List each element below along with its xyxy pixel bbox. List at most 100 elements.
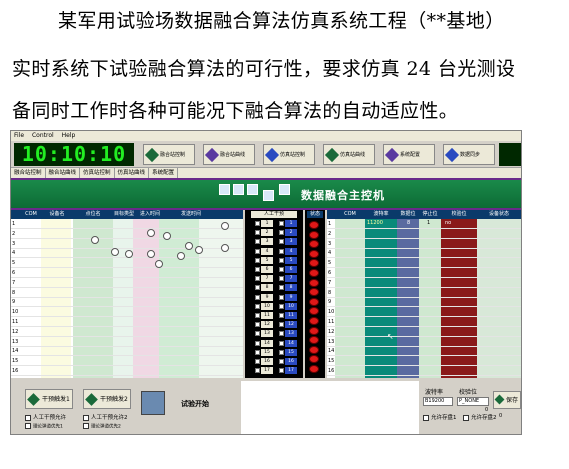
manual-left-item[interactable]: 3: [261, 238, 273, 246]
window-icon[interactable]: [219, 184, 230, 195]
baud-select[interactable]: B19200: [423, 397, 453, 406]
manual-left-item[interactable]: 11: [261, 312, 273, 319]
manual-right-checkbox[interactable]: [279, 257, 284, 263]
manual-left-checkbox[interactable]: [255, 340, 260, 346]
manual-left-checkbox[interactable]: [255, 221, 260, 226]
manual-left-checkbox[interactable]: [255, 239, 260, 245]
manual-left-checkbox[interactable]: [255, 230, 260, 236]
manual-allow1-checkbox[interactable]: 人工干预允许: [25, 413, 66, 421]
clock-icon[interactable]: [195, 246, 203, 254]
manual-right-checkbox[interactable]: [279, 340, 284, 346]
manual-right-item[interactable]: 10: [285, 302, 297, 310]
manual-left-item[interactable]: 7: [261, 275, 273, 283]
tab-fusion-control[interactable]: 融合站控制: [11, 168, 46, 178]
manual-left-item[interactable]: 16: [261, 358, 273, 365]
manual-right-item[interactable]: 2: [285, 229, 297, 237]
toolbar-fusion-control-button[interactable]: 融合站控制: [143, 144, 195, 165]
manual-left-checkbox[interactable]: [255, 313, 260, 318]
menu-control[interactable]: Control: [32, 132, 54, 139]
manual-right-checkbox[interactable]: [279, 303, 284, 309]
clock-icon[interactable]: [155, 260, 163, 268]
manual-right-item[interactable]: 3: [285, 238, 297, 246]
manual-right-item[interactable]: 5: [285, 256, 297, 264]
clock-icon[interactable]: [185, 242, 193, 250]
clock-icon[interactable]: [125, 250, 133, 258]
clock-icon[interactable]: [111, 248, 119, 256]
manual-left-checkbox[interactable]: [255, 359, 260, 364]
manual-left-checkbox[interactable]: [255, 257, 260, 263]
manual-right-checkbox[interactable]: [279, 349, 284, 355]
manual-left-item[interactable]: 2: [261, 229, 273, 237]
manual-left-checkbox[interactable]: [255, 368, 260, 374]
manual-right-item[interactable]: 9: [285, 293, 297, 301]
toolbar-config-button[interactable]: 系统配置: [383, 144, 435, 165]
manual-left-checkbox[interactable]: [255, 303, 260, 309]
save-allow1-checkbox[interactable]: 允许存盘1: [423, 413, 457, 421]
manual-right-checkbox[interactable]: [279, 230, 284, 236]
manual-right-checkbox[interactable]: [279, 248, 284, 254]
manual-right-item[interactable]: 13: [285, 330, 297, 338]
menu-file[interactable]: File: [14, 132, 24, 139]
manual-left-item[interactable]: 13: [261, 330, 273, 338]
clock-icon[interactable]: [147, 229, 155, 237]
theory-priority1-checkbox[interactable]: 理论弹道优先1: [25, 423, 63, 430]
manual-left-item[interactable]: 4: [261, 247, 273, 255]
trigger1-button[interactable]: 干预触发1: [25, 389, 73, 409]
clock-icon[interactable]: [177, 252, 185, 260]
manual-right-checkbox[interactable]: [279, 368, 284, 374]
manual-left-checkbox[interactable]: [255, 322, 260, 328]
menu-help[interactable]: Help: [62, 132, 76, 139]
manual-right-checkbox[interactable]: [279, 239, 284, 245]
manual-left-item[interactable]: 17: [261, 367, 273, 375]
manual-allow2-checkbox[interactable]: 人工干预允许2: [83, 413, 128, 421]
tab-config[interactable]: 系统配置: [149, 168, 179, 178]
theory-priority2-checkbox[interactable]: 理论弹道优先2: [83, 423, 121, 430]
manual-left-item[interactable]: 8: [261, 284, 273, 292]
manual-left-item[interactable]: 1: [261, 220, 273, 227]
manual-right-checkbox[interactable]: [279, 267, 284, 272]
manual-right-item[interactable]: 17: [285, 367, 297, 375]
tab-sim-control[interactable]: 仿真站控制: [80, 168, 115, 178]
manual-left-checkbox[interactable]: [255, 294, 260, 300]
manual-right-item[interactable]: 1: [285, 220, 297, 227]
manual-right-item[interactable]: 16: [285, 358, 297, 365]
start-button[interactable]: 试验开始: [181, 399, 209, 409]
tab-fusion-curve[interactable]: 融合站曲线: [46, 168, 81, 178]
manual-left-checkbox[interactable]: [255, 331, 260, 337]
manual-right-checkbox[interactable]: [279, 276, 284, 282]
manual-left-item[interactable]: 14: [261, 339, 273, 347]
manual-right-checkbox[interactable]: [279, 313, 284, 318]
manual-right-item[interactable]: 6: [285, 266, 297, 273]
window-icon[interactable]: [233, 184, 244, 195]
manual-right-item[interactable]: 15: [285, 348, 297, 356]
clock-icon[interactable]: [221, 244, 229, 252]
manual-right-item[interactable]: 8: [285, 284, 297, 292]
manual-right-checkbox[interactable]: [279, 331, 284, 337]
tab-sim-curve[interactable]: 仿真站曲线: [115, 168, 150, 178]
manual-left-item[interactable]: 12: [261, 321, 273, 329]
toolbar-sync-button[interactable]: 数据同步: [443, 144, 495, 165]
save-button[interactable]: 保存: [493, 391, 521, 409]
start-image-icon[interactable]: [141, 391, 165, 415]
trigger2-button[interactable]: 干预触发2: [83, 389, 131, 409]
manual-left-checkbox[interactable]: [255, 267, 260, 272]
clock-icon[interactable]: [163, 232, 171, 240]
manual-right-item[interactable]: 7: [285, 275, 297, 283]
manual-left-item[interactable]: 10: [261, 302, 273, 310]
manual-left-checkbox[interactable]: [255, 285, 260, 291]
manual-left-checkbox[interactable]: [255, 276, 260, 282]
manual-right-item[interactable]: 11: [285, 312, 297, 319]
manual-left-item[interactable]: 15: [261, 348, 273, 356]
parity-select[interactable]: P_NONE: [457, 397, 489, 406]
manual-left-item[interactable]: 9: [261, 293, 273, 301]
clock-icon[interactable]: [91, 236, 99, 244]
manual-right-item[interactable]: 4: [285, 247, 297, 255]
manual-right-checkbox[interactable]: [279, 322, 284, 328]
toolbar-sim-curve-button[interactable]: 仿真站曲线: [323, 144, 375, 165]
manual-right-item[interactable]: 12: [285, 321, 297, 329]
manual-left-checkbox[interactable]: [255, 248, 260, 254]
clock-icon[interactable]: [221, 222, 229, 230]
clock-icon[interactable]: [147, 250, 155, 258]
manual-right-checkbox[interactable]: [279, 294, 284, 300]
manual-right-checkbox[interactable]: [279, 221, 284, 226]
